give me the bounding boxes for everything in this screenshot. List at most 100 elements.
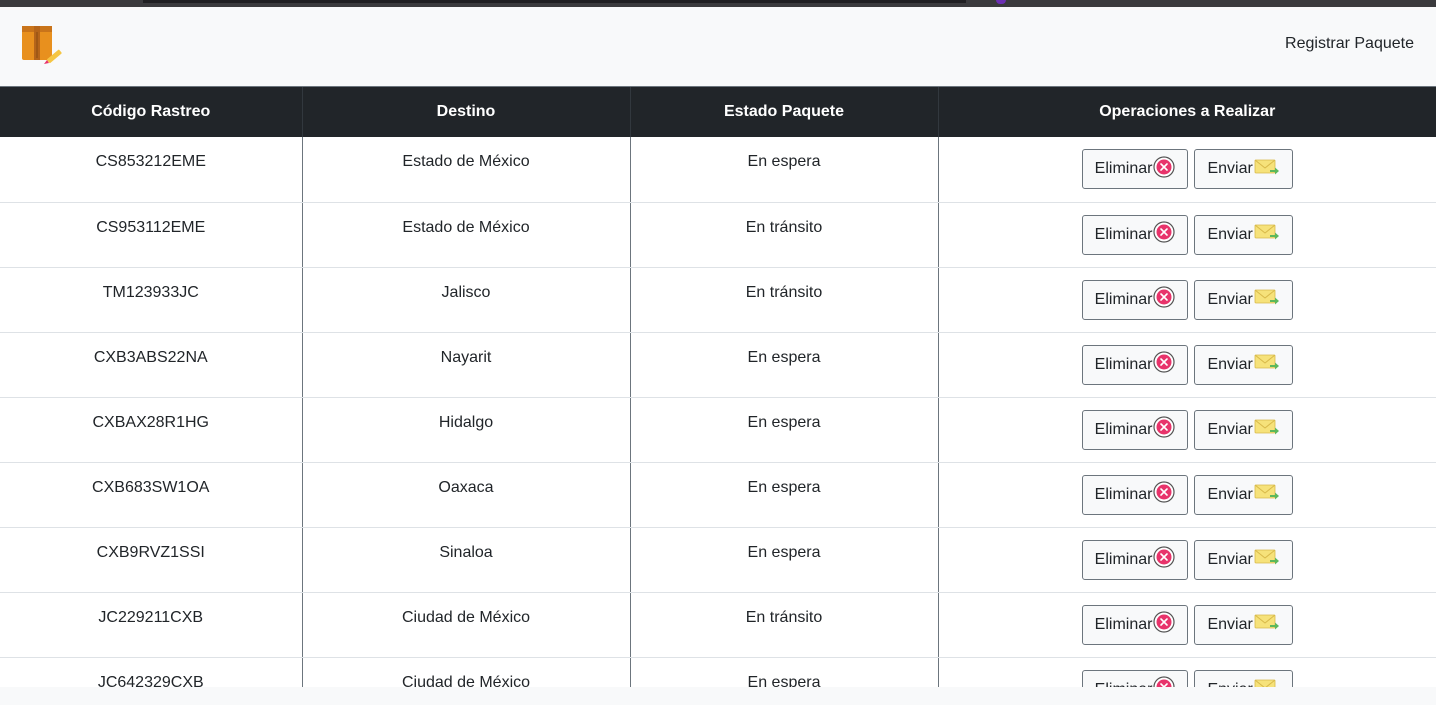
tracking-code-cell: JC229211CXB: [0, 592, 303, 658]
header-status: Estado Paquete: [630, 87, 939, 137]
tracking-code-cell: JC642329CXB: [0, 657, 303, 687]
tracking-code-cell: TM123933JC: [0, 267, 303, 333]
operations-cell: Eliminar Enviar: [938, 202, 1436, 268]
register-package-link[interactable]: Registrar Paquete: [1285, 35, 1414, 53]
send-button[interactable]: Enviar: [1194, 344, 1293, 385]
status-cell: En espera: [630, 657, 939, 687]
delete-button-label: Eliminar: [1094, 160, 1153, 177]
envelope-send-icon: [1254, 352, 1280, 377]
operations-cell: Eliminar Enviar: [938, 267, 1436, 333]
send-button[interactable]: Enviar: [1194, 669, 1293, 687]
status-cell: En espera: [630, 527, 939, 593]
close-circle-icon: [1153, 611, 1176, 638]
browser-indicator: [996, 0, 1006, 4]
close-circle-icon: [1153, 481, 1176, 508]
send-button-label: Enviar: [1207, 225, 1253, 243]
tracking-code-cell: CXB683SW1OA: [0, 462, 303, 528]
send-button[interactable]: Enviar: [1194, 214, 1293, 255]
status-cell: En tránsito: [630, 202, 939, 268]
close-circle-icon: [1153, 221, 1176, 248]
destination-cell: Oaxaca: [302, 462, 631, 528]
close-circle-icon: [1153, 286, 1176, 313]
send-button[interactable]: Enviar: [1194, 409, 1293, 450]
send-button[interactable]: Enviar: [1194, 149, 1293, 189]
status-cell: En espera: [630, 332, 939, 398]
close-circle-icon: [1153, 546, 1176, 573]
destination-cell: Nayarit: [302, 332, 631, 398]
destination-cell: Hidalgo: [302, 397, 631, 463]
send-button[interactable]: Enviar: [1194, 539, 1293, 580]
send-button-label: Enviar: [1207, 355, 1253, 373]
envelope-send-icon: [1254, 222, 1280, 247]
delete-button[interactable]: Eliminar: [1081, 409, 1189, 450]
destination-cell: Jalisco: [302, 267, 631, 333]
table-row: CXB9RVZ1SSI Sinaloa En espera Eliminar Envia…: [0, 527, 1436, 593]
send-button[interactable]: Enviar: [1194, 474, 1293, 515]
delete-button[interactable]: Eliminar: [1081, 604, 1189, 645]
send-button-label: Enviar: [1207, 615, 1253, 633]
delete-button[interactable]: Eliminar: [1081, 279, 1189, 320]
table-body: CS853212EME Estado de México En espera Elim…: [0, 137, 1436, 687]
tracking-code-cell: CXB9RVZ1SSI: [0, 527, 303, 593]
browser-tab-bar: [143, 0, 966, 3]
send-button-label: Enviar: [1207, 485, 1253, 503]
envelope-send-icon: [1254, 677, 1280, 687]
envelope-send-icon: [1254, 417, 1280, 442]
table-row: CXBAX28R1HG Hidalgo En espera Eliminar Envia…: [0, 397, 1436, 463]
table-row: CS853212EME Estado de México En espera Elim…: [0, 137, 1436, 203]
delete-button[interactable]: Eliminar: [1081, 214, 1189, 255]
delete-button-label: Eliminar: [1094, 225, 1153, 243]
packages-table: Código Rastreo Destino Estado Paquete Op…: [0, 87, 1436, 687]
header-tracking-code: Código Rastreo: [0, 87, 303, 137]
delete-button[interactable]: Eliminar: [1081, 149, 1189, 189]
operations-cell: Eliminar Enviar: [938, 332, 1436, 398]
tracking-code-cell: CXB3ABS22NA: [0, 332, 303, 398]
status-cell: En tránsito: [630, 592, 939, 658]
destination-cell: Ciudad de México: [302, 592, 631, 658]
delete-button[interactable]: Eliminar: [1081, 669, 1189, 687]
send-button[interactable]: Enviar: [1194, 604, 1293, 645]
table-row: CXB683SW1OA Oaxaca En espera Eliminar Enviar: [0, 462, 1436, 528]
envelope-send-icon: [1254, 157, 1280, 182]
close-circle-icon: [1153, 676, 1176, 687]
delete-button-label: Eliminar: [1094, 420, 1153, 438]
delete-button[interactable]: Eliminar: [1081, 344, 1189, 385]
table-row: JC229211CXB Ciudad de México En tránsito El…: [0, 592, 1436, 658]
operations-cell: Eliminar Enviar: [938, 657, 1436, 687]
table-row: JC642329CXBCiudad de MéxicoEn esperaElim…: [0, 657, 1436, 687]
tracking-code-cell: CS853212EME: [0, 137, 303, 203]
package-pencil-icon[interactable]: [20, 24, 64, 74]
delete-button[interactable]: Eliminar: [1081, 539, 1189, 580]
close-circle-icon: [1153, 351, 1176, 378]
status-cell: En espera: [630, 397, 939, 463]
destination-cell: Estado de México: [302, 202, 631, 268]
delete-button-label: Eliminar: [1094, 615, 1153, 633]
destination-cell: Sinaloa: [302, 527, 631, 593]
operations-cell: Eliminar Enviar: [938, 137, 1436, 203]
header-operations: Operaciones a Realizar: [938, 87, 1436, 137]
header-destination: Destino: [302, 87, 631, 137]
packages-table-container[interactable]: Código Rastreo Destino Estado Paquete Op…: [0, 87, 1436, 687]
navbar: Registrar Paquete: [0, 7, 1436, 82]
operations-cell: Eliminar Enviar: [938, 592, 1436, 658]
send-button-label: Enviar: [1207, 550, 1253, 568]
table-row: CS953112EME Estado de México En tránsito El…: [0, 202, 1436, 268]
close-circle-icon: [1153, 155, 1176, 183]
destination-cell: Estado de México: [302, 137, 631, 203]
destination-cell: Ciudad de México: [302, 657, 631, 687]
operations-cell: Eliminar Enviar: [938, 527, 1436, 593]
operations-cell: Eliminar Enviar: [938, 397, 1436, 463]
delete-button-label: Eliminar: [1094, 355, 1153, 373]
status-cell: En tránsito: [630, 267, 939, 333]
envelope-send-icon: [1254, 287, 1280, 312]
envelope-send-icon: [1254, 482, 1280, 507]
table-header: Código Rastreo Destino Estado Paquete Op…: [0, 87, 1436, 137]
delete-button-label: Eliminar: [1094, 485, 1153, 503]
send-button-label: Enviar: [1207, 420, 1253, 438]
table-row: CXB3ABS22NA Nayarit En espera Eliminar Envia…: [0, 332, 1436, 398]
browser-top-strip: [0, 0, 1436, 7]
table-row: TM123933JC Jalisco En tránsito Eliminar Envi…: [0, 267, 1436, 333]
send-button[interactable]: Enviar: [1194, 279, 1293, 320]
operations-cell: Eliminar Enviar: [938, 462, 1436, 528]
delete-button[interactable]: Eliminar: [1081, 474, 1189, 515]
